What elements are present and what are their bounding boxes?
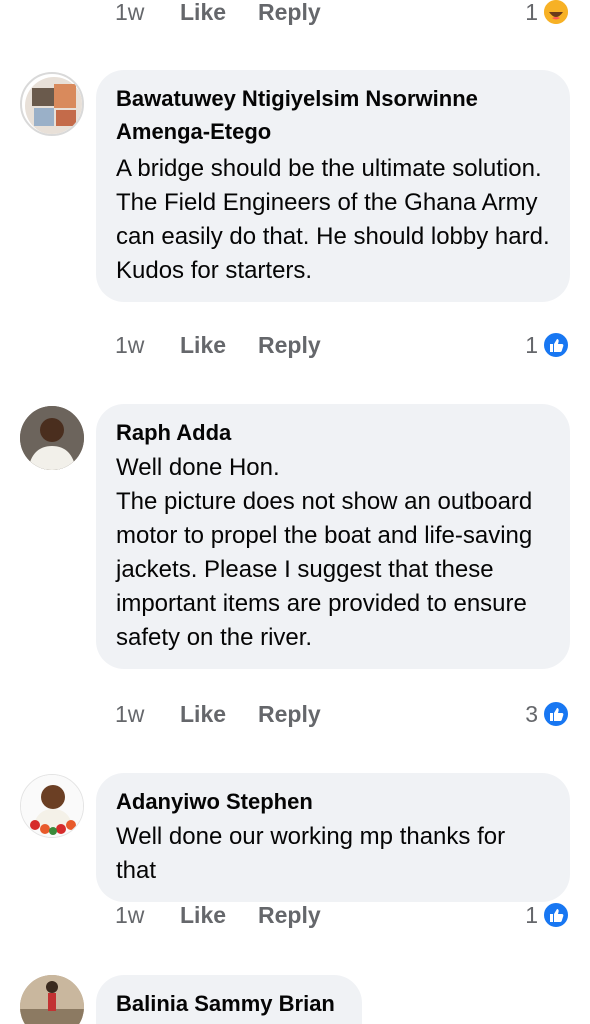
- comment-text: Well done our working mp thanks for that: [116, 823, 506, 884]
- comment-actions-row: 1w Like Reply 1: [115, 325, 570, 365]
- haha-icon: [542, 0, 570, 26]
- comment-bubble: Raph Adda Well done Hon. The picture doe…: [96, 404, 570, 669]
- comment-author[interactable]: Adanyiwo Stephen: [116, 785, 550, 818]
- reply-button[interactable]: Reply: [258, 332, 321, 359]
- comment-text: A bridge should be the ultimate solution…: [116, 155, 550, 284]
- comment-text: Well done Hon. The picture does not show…: [116, 454, 533, 651]
- comment-actions-row: 1w Like Reply 1: [115, 0, 570, 32]
- comment-timestamp: 1w: [115, 901, 145, 928]
- like-button[interactable]: Like: [180, 701, 226, 728]
- comment-author[interactable]: Balinia Sammy Brian: [116, 987, 342, 1020]
- comment-timestamp: 1w: [115, 0, 145, 25]
- avatar[interactable]: [20, 975, 84, 1024]
- like-button[interactable]: Like: [180, 902, 226, 929]
- like-icon: [542, 331, 570, 359]
- comment-timestamp: 1w: [115, 700, 145, 727]
- comment-timestamp: 1w: [115, 331, 145, 358]
- reply-button[interactable]: Reply: [258, 902, 321, 929]
- like-button[interactable]: Like: [180, 332, 226, 359]
- avatar[interactable]: [20, 406, 84, 470]
- reaction-summary[interactable]: 1: [525, 331, 570, 359]
- comment-author[interactable]: Raph Adda: [116, 416, 550, 449]
- comment-actions-row: 1w Like Reply 1: [115, 895, 570, 935]
- like-button[interactable]: Like: [180, 0, 226, 26]
- reaction-summary[interactable]: 3: [525, 700, 570, 728]
- comment-actions-row: 1w Like Reply 3: [115, 694, 570, 734]
- reply-button[interactable]: Reply: [258, 0, 321, 26]
- comment-bubble: Balinia Sammy Brian: [96, 975, 362, 1024]
- reaction-summary[interactable]: 1: [525, 0, 570, 26]
- reply-button[interactable]: Reply: [258, 701, 321, 728]
- reaction-count: 3: [525, 700, 538, 727]
- comment-bubble: Adanyiwo Stephen Well done our working m…: [96, 773, 570, 902]
- avatar[interactable]: [20, 72, 84, 136]
- comment-bubble: Bawatuwey Ntigiyelsim Nsorwinne Amenga-E…: [96, 70, 570, 302]
- like-icon: [542, 901, 570, 929]
- comment-author[interactable]: Bawatuwey Ntigiyelsim Nsorwinne Amenga-E…: [116, 82, 550, 148]
- avatar[interactable]: [20, 774, 84, 838]
- reaction-count: 1: [525, 0, 538, 25]
- like-icon: [542, 700, 570, 728]
- reaction-count: 1: [525, 331, 538, 358]
- reaction-summary[interactable]: 1: [525, 901, 570, 929]
- reaction-count: 1: [525, 901, 538, 928]
